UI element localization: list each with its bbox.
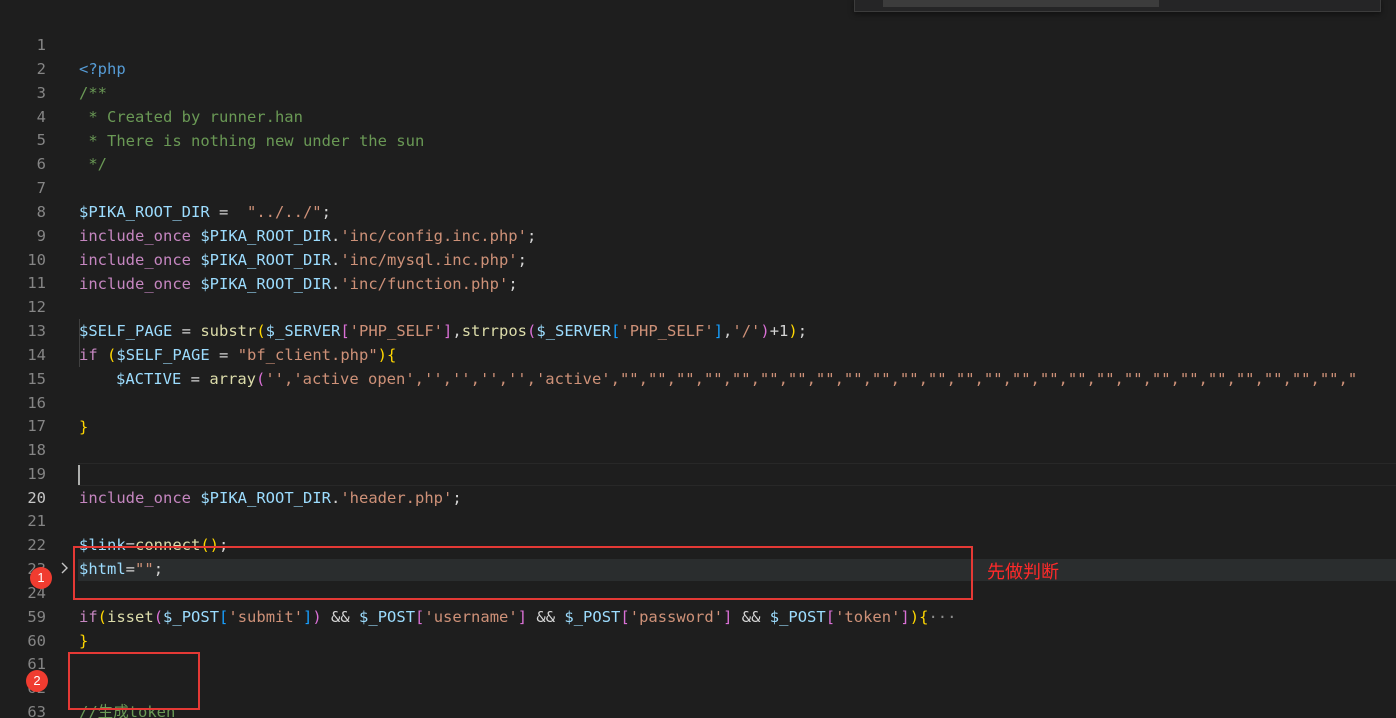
code-line[interactable]: 13 if ($SELF_PAGE = "bf_client.php"){: [0, 296, 1396, 364]
code-line[interactable]: 60: [0, 606, 1396, 650]
code-line[interactable]: 1 <?php: [0, 10, 1396, 78]
code-line[interactable]: 21 $link=connect();: [0, 486, 1396, 554]
annotation-box-1: [73, 546, 973, 600]
text-cursor: [78, 465, 80, 485]
code-line[interactable]: 10 include_once $PIKA_ROOT_DIR.'inc/func…: [0, 225, 1396, 293]
code-line[interactable]: 3 * Created by runner.han: [0, 58, 1396, 126]
code-line[interactable]: 4 * There is nothing new under the sun: [0, 82, 1396, 150]
code-line[interactable]: 11: [0, 248, 1396, 292]
code-line[interactable]: 62 //生成token: [0, 653, 1396, 718]
code-line[interactable]: 15: [0, 344, 1396, 388]
code-line[interactable]: 6: [0, 129, 1396, 173]
code-line[interactable]: 63 set_token();: [0, 677, 1396, 718]
code-line[interactable]: 7 $PIKA_ROOT_DIR = "../../";: [0, 153, 1396, 221]
code-line[interactable]: 16 }: [0, 368, 1396, 436]
code-line[interactable]: 14 $ACTIVE = array('','active open','','…: [0, 320, 1396, 388]
code-line[interactable]: 5 */: [0, 105, 1396, 173]
code-line[interactable]: 8 include_once $PIKA_ROOT_DIR.'inc/confi…: [0, 177, 1396, 245]
code-line-active[interactable]: 20: [0, 463, 1396, 507]
code-line[interactable]: 61: [0, 629, 1396, 673]
code-line[interactable]: 2 /**: [0, 34, 1396, 102]
code-line[interactable]: 18: [0, 415, 1396, 459]
chevron-right-icon[interactable]: [58, 561, 72, 579]
code-line[interactable]: 22 $html="";: [0, 510, 1396, 578]
annotation-note-1: 先做判断: [987, 562, 1059, 583]
code-line[interactable]: 9 include_once $PIKA_ROOT_DIR.'inc/mysql…: [0, 201, 1396, 269]
annotation-badge-1: 1: [30, 567, 52, 589]
code-line[interactable]: 12 $SELF_PAGE = substr($_SERVER['PHP_SEL…: [0, 272, 1396, 340]
find-input[interactable]: [883, 0, 1159, 7]
code-line[interactable]: 17: [0, 391, 1396, 435]
annotation-box-2: [68, 652, 200, 710]
code-line[interactable]: 64: [0, 700, 1396, 718]
annotation-badge-2: 2: [26, 670, 48, 692]
code-line[interactable]: 19 include_once $PIKA_ROOT_DIR.'header.p…: [0, 439, 1396, 507]
code-editor[interactable]: 1 <?php 2 /** 3 * Created by runner.han …: [0, 0, 1396, 718]
